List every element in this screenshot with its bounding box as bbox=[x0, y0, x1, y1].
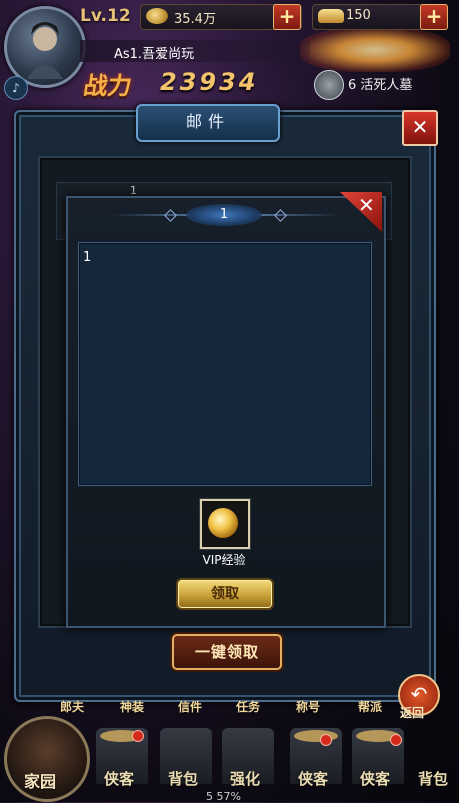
gold-value: 150 bbox=[346, 8, 371, 23]
notification-dot bbox=[390, 734, 402, 746]
detail-title: 1 bbox=[219, 207, 229, 222]
top-hud: Lv.12 35.4万 + 150 + As1.吾爱尚玩 战力 23934 6 … bbox=[0, 0, 459, 110]
slot-label: 侠客 bbox=[104, 770, 135, 788]
silver-value: 35.4万 bbox=[174, 12, 216, 27]
attachment-label: VIP经验 bbox=[202, 553, 246, 567]
slot-label: 背包 bbox=[418, 770, 449, 788]
power-value: 23934 bbox=[160, 68, 259, 96]
menu-item[interactable]: 帮派 bbox=[358, 698, 382, 715]
mail-body-box bbox=[78, 242, 372, 486]
back-label: 返回 bbox=[400, 706, 425, 720]
menu-item[interactable]: 称号 bbox=[296, 698, 320, 715]
vip-exp-orb-icon bbox=[208, 508, 238, 538]
notification-dot bbox=[320, 734, 332, 746]
speaker-icon[interactable]: ♪ bbox=[4, 76, 28, 100]
menu-item[interactable]: 信件 bbox=[178, 698, 202, 715]
player-name: As1.吾爱尚玩 bbox=[114, 47, 195, 62]
slot-label: 侠客 bbox=[298, 770, 329, 788]
event-banner-glow bbox=[300, 28, 450, 72]
bottom-menu-row: 郎夫 神装 信件 任务 称号 帮派 bbox=[50, 698, 450, 716]
notification-dot bbox=[132, 730, 144, 742]
mail-close-button[interactable]: ✕ bbox=[402, 110, 438, 146]
footer-status: 5 57% bbox=[206, 790, 241, 803]
event-badge-icon[interactable] bbox=[314, 70, 344, 100]
power-label: 战力 bbox=[81, 71, 134, 100]
menu-item[interactable]: 神装 bbox=[120, 698, 144, 715]
event-text[interactable]: 6 活死人墓 bbox=[348, 74, 412, 93]
mail-body-text: 1 bbox=[83, 250, 92, 265]
close-icon[interactable]: ✕ bbox=[358, 193, 375, 217]
claim-button[interactable]: 领取 bbox=[176, 578, 274, 610]
player-level: Lv.12 bbox=[80, 6, 131, 26]
menu-item[interactable]: 任务 bbox=[236, 698, 260, 715]
silver-coin-icon bbox=[146, 8, 168, 24]
gold-ingot-icon bbox=[318, 9, 344, 23]
slot-label: 侠客 bbox=[360, 770, 391, 788]
avatar-portrait-icon bbox=[27, 22, 63, 79]
menu-item[interactable]: 郎夫 bbox=[60, 698, 84, 715]
claim-all-button[interactable]: 一键领取 bbox=[172, 634, 282, 670]
slot-label: 强化 bbox=[230, 770, 261, 788]
add-gold-button[interactable]: + bbox=[420, 4, 448, 30]
mail-title: 邮件 bbox=[136, 104, 280, 142]
home-label: 家园 bbox=[24, 772, 57, 791]
add-silver-button[interactable]: + bbox=[273, 4, 301, 30]
slot-label: 背包 bbox=[168, 770, 199, 788]
